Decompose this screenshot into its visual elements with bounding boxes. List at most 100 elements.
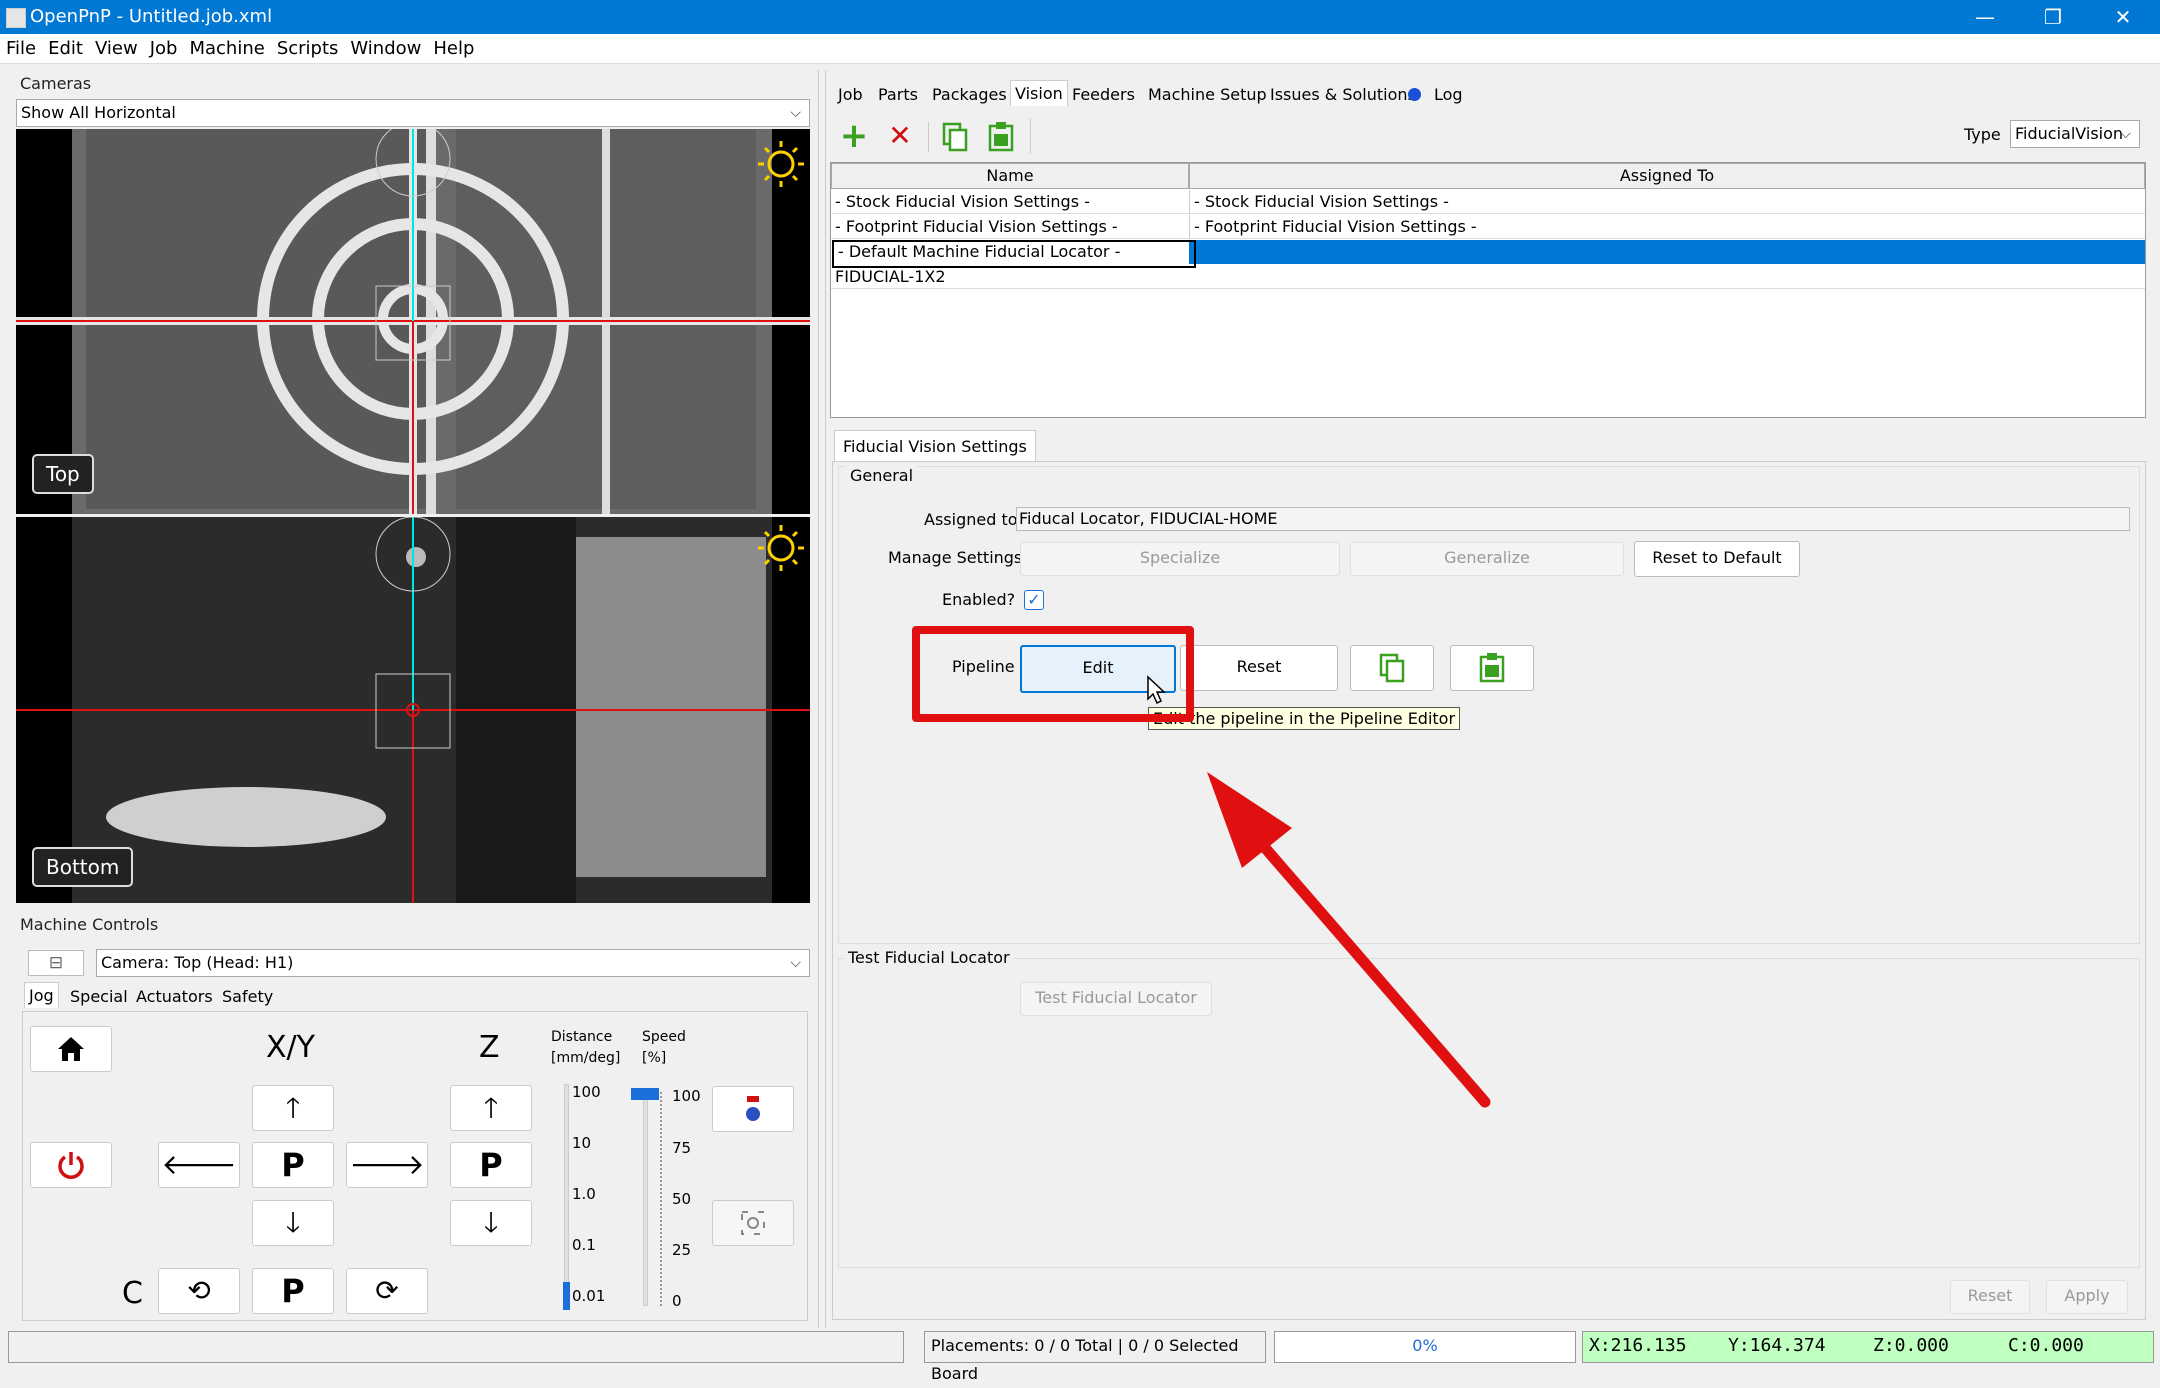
speed-slider-thumb[interactable] [631,1088,659,1100]
speed-tick: 50 [672,1190,692,1208]
table-cell-name: FIDUCIAL-1X2 [835,267,946,286]
copy-icon[interactable] [936,118,974,156]
camera-center-button[interactable] [712,1200,794,1246]
table-row-selected[interactable] [1189,240,2145,264]
menu-edit[interactable]: Edit [42,34,89,64]
tab-job[interactable]: Job [834,82,867,107]
sun-icon[interactable] [756,139,806,189]
toolbar-separator [1030,118,1031,154]
rotate-ccw-button[interactable]: ⟲ [158,1268,240,1314]
jog-z-plus-button[interactable]: 🡑 [450,1085,532,1131]
home-button[interactable] [30,1026,112,1072]
enabled-checkbox[interactable]: ✓ [1024,590,1044,610]
pipeline-copy-button[interactable] [1350,645,1434,691]
top-camera-view[interactable]: Top [16,129,810,514]
settings-reset-button[interactable]: Reset [1950,1280,2030,1314]
park-c-button[interactable]: P [252,1268,334,1314]
tab-log[interactable]: Log [1430,82,1467,107]
speed-label: Speed [642,1029,686,1045]
tab-fiducial-vision-settings[interactable]: Fiducial Vision Settings [834,430,1036,462]
enabled-label: Enabled? [942,590,1016,609]
speed-unit: [%] [642,1050,667,1066]
bottom-camera-view[interactable]: Bottom [16,517,810,903]
speed-tick: 75 [672,1139,692,1157]
tab-jog[interactable]: Jog [24,982,59,1008]
job-progress-bar: 0% [1274,1331,1576,1363]
distance-unit: [mm/deg] [551,1050,621,1066]
jog-x-minus-button[interactable]: 🡐 [158,1142,240,1188]
menu-machine[interactable]: Machine [183,34,270,64]
generalize-button[interactable]: Generalize [1350,542,1624,576]
nozzle-icon [746,1096,760,1121]
jog-y-plus-button[interactable]: 🡑 [252,1085,334,1131]
park-xy-button[interactable]: P [252,1142,334,1188]
issues-indicator-icon [1408,88,1421,101]
jog-y-minus-button[interactable]: 🡓 [252,1200,334,1246]
column-header-name[interactable]: Name [831,163,1189,189]
tab-issues-solutions[interactable]: Issues & Solutions [1266,82,1420,107]
tab-packages[interactable]: Packages [928,82,1011,107]
add-icon[interactable]: + [834,116,874,156]
type-label: Type [1964,125,2001,144]
dro-x: X:216.135 [1589,1335,1687,1356]
paste-icon [1479,653,1505,683]
copy-icon [1379,653,1405,683]
pipeline-reset-button[interactable]: Reset [1180,645,1338,691]
tab-machine-setup[interactable]: Machine Setup [1144,82,1271,107]
tab-parts[interactable]: Parts [874,82,922,107]
cameras-title: Cameras [20,74,92,93]
menu-window[interactable]: Window [344,34,427,64]
power-button[interactable] [30,1142,112,1188]
camera-layout-select[interactable]: Show All Horizontal ⌵ [16,99,810,127]
menu-file[interactable]: File [0,34,42,64]
tab-actuators[interactable]: Actuators [132,984,217,1009]
tab-feeders[interactable]: Feeders [1068,82,1139,107]
menu-scripts[interactable]: Scripts [271,34,345,64]
tab-safety[interactable]: Safety [218,984,277,1009]
speed-slider[interactable] [643,1088,648,1306]
collapse-button[interactable]: ⊟ [28,950,84,976]
nozzle-tip-button[interactable] [712,1086,794,1132]
paste-icon[interactable] [982,118,1020,156]
jog-z-minus-button[interactable]: 🡓 [450,1200,532,1246]
specialize-button[interactable]: Specialize [1020,542,1340,576]
column-header-assigned[interactable]: Assigned To [1189,163,2145,189]
assigned-to-field[interactable]: Fiducal Locator, FIDUCIAL-HOME [1016,507,2130,531]
distance-slider-thumb[interactable] [563,1282,570,1310]
dro-z: Z:0.000 [1873,1335,1949,1356]
settings-apply-button[interactable]: Apply [2046,1280,2128,1314]
restore-button[interactable]: ❐ [2018,0,2088,34]
jog-x-plus-button[interactable]: 🡒 [346,1142,428,1188]
menu-job[interactable]: Job [144,34,184,64]
pipeline-paste-button[interactable] [1450,645,1534,691]
close-button[interactable]: ✕ [2088,0,2158,34]
menu-help[interactable]: Help [427,34,480,64]
menu-bar: File Edit View Job Machine Scripts Window Help [0,34,2160,64]
table-cell-name: - Stock Fiducial Vision Settings - [835,192,1090,211]
camera-head-select[interactable]: Camera: Top (Head: H1) ⌵ [96,949,810,977]
type-select[interactable]: FiducialVision ⌵ [2010,120,2140,148]
table-cell-name: - Default Machine Fiducial Locator - [832,240,1196,268]
reset-to-default-button[interactable]: Reset to Default [1634,541,1800,577]
distance-tick: 100 [572,1083,601,1101]
title-bar: OpenPnP - Untitled.job.xml — ❐ ✕ [0,0,2160,34]
menu-view[interactable]: View [89,34,144,64]
type-value: FiducialVision [2015,124,2124,143]
tab-vision[interactable]: Vision [1010,80,1068,106]
power-icon [58,1152,84,1179]
distance-slider[interactable] [564,1084,569,1310]
minimize-button[interactable]: — [1950,0,2020,34]
park-z-button[interactable]: P [450,1142,532,1188]
z-label: Z [479,1030,500,1065]
tab-special[interactable]: Special [66,984,132,1009]
distance-tick: 0.1 [572,1236,596,1254]
window-title: OpenPnP - Untitled.job.xml [30,6,273,27]
delete-icon[interactable]: ✕ [880,116,920,156]
bottom-camera-label: Bottom [32,847,134,887]
rotate-cw-button[interactable]: ⟳ [346,1268,428,1314]
status-message [8,1331,904,1363]
split-pane-divider[interactable] [818,70,826,1328]
sun-icon[interactable] [756,523,806,573]
c-label: C [122,1276,143,1311]
dro-readout[interactable]: X:216.135 Y:164.374 Z:0.000 C:0.000 [1582,1331,2154,1363]
